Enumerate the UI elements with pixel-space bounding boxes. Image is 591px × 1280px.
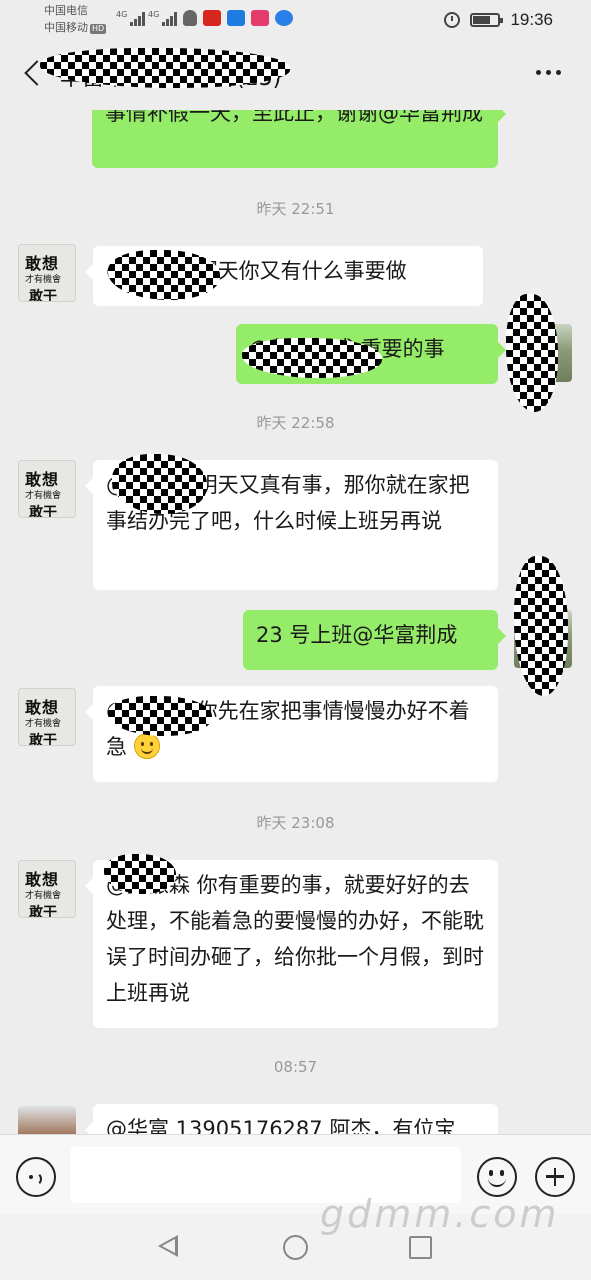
voice-icon[interactable] xyxy=(16,1157,56,1197)
message-text: @吴振森 明天你又有什么事要做 xyxy=(106,259,407,283)
nav-back-icon[interactable] xyxy=(158,1235,178,1257)
battery-icon xyxy=(470,13,504,27)
alarm-icon xyxy=(444,12,461,28)
avatar-text: 敢干 xyxy=(29,289,57,302)
avatar-text: 敢干 xyxy=(29,505,57,518)
plus-icon[interactable] xyxy=(535,1157,575,1197)
avatar-text: 才有機會 xyxy=(25,719,62,729)
message-text: @华富荆成 重要的事 xyxy=(249,337,445,361)
avatar-text: 才有機會 xyxy=(25,275,62,285)
hotspot-icon xyxy=(275,10,293,26)
message-text: @吴振森 明天又真有事，那你就在家把事结办完了吧，什么时候上班另再说 xyxy=(106,473,470,533)
clock: 19:36 xyxy=(510,10,553,29)
avatar[interactable] xyxy=(514,610,572,668)
watermark: gdmm.com xyxy=(320,1192,560,1236)
message-text: 23 号上班@华富荆成 xyxy=(256,623,458,647)
avatar-text: 才有機會 xyxy=(25,891,62,901)
message-bubble[interactable]: @吴振森 你先在家把事情慢慢办好不着急 xyxy=(85,686,498,782)
avatar-text: 敢干 xyxy=(29,905,57,918)
hd-badge: HD xyxy=(90,24,107,34)
video-app-icon xyxy=(227,10,245,26)
carrier-2: 中国移动 HD xyxy=(44,21,107,34)
avatar[interactable]: 敢想 才有機會 敢干 xyxy=(18,460,76,518)
message-list[interactable]: 事情补假一天，至此止，谢谢@华富荆成 昨天 22:51 敢想 才有機會 敢干 @… xyxy=(0,110,591,1134)
title-bar: 华富丰劳动工作群(15) xyxy=(0,40,591,110)
message-bubble[interactable]: @吴振森 明天你又有什么事要做 xyxy=(85,246,483,306)
signal-icon: 4G xyxy=(148,10,178,26)
more-icon[interactable] xyxy=(536,70,561,75)
message-text: @吴振森 你有重要的事，就要好好的去处理，不能着急的要慢慢的办好，不能耽误了时间… xyxy=(106,873,484,1005)
avatar-text: 敢想 xyxy=(25,870,60,889)
avatar[interactable]: 敢想 才有機會 敢干 xyxy=(18,860,76,918)
message-bubble[interactable]: 23 号上班@华富荆成 xyxy=(243,610,506,670)
status-right: 19:36 xyxy=(444,10,553,30)
emoji-icon[interactable] xyxy=(477,1157,517,1197)
chat-title: 华富丰劳动工作群(15) xyxy=(60,66,282,91)
timestamp: 昨天 22:51 xyxy=(256,200,335,218)
play-app-icon xyxy=(251,10,269,26)
notification-icons xyxy=(183,10,293,26)
network-type-2: 4G xyxy=(148,10,160,19)
avatar-text: 才有機會 xyxy=(25,491,62,501)
network-type-1: 4G xyxy=(116,10,128,19)
back-icon[interactable] xyxy=(22,62,42,82)
avatar[interactable] xyxy=(18,1106,76,1134)
status-bar: 中国电信 中国移动 HD 4G 4G 19:36 xyxy=(0,0,591,40)
message-bubble[interactable]: @华富荆成 重要的事 xyxy=(236,324,506,384)
avatar[interactable] xyxy=(514,324,572,382)
timestamp: 昨天 22:58 xyxy=(256,414,335,432)
avatar-text: 敢想 xyxy=(25,254,60,273)
avatar-text: 敢想 xyxy=(25,470,60,489)
timestamp: 昨天 23:08 xyxy=(256,814,335,832)
avatar-text: 敢干 xyxy=(29,733,57,746)
message-text: 事情补假一天，至此止，谢谢@华富荆成 xyxy=(105,110,483,125)
carrier-2-label: 中国移动 xyxy=(44,21,88,34)
message-text: @吴振森 你先在家把事情慢慢办好不着急 xyxy=(106,699,470,759)
message-bubble[interactable]: @华富 13905176287 阿杰，有位宝 xyxy=(85,1104,498,1134)
message-text: @华富 13905176287 阿杰，有位宝 xyxy=(106,1117,456,1134)
nav-home-icon[interactable] xyxy=(283,1235,308,1260)
signal-icon: 4G xyxy=(116,10,146,26)
nav-recent-icon[interactable] xyxy=(409,1236,432,1259)
smile-emoji-icon xyxy=(133,733,160,759)
message-bubble[interactable]: @吴振森 明天又真有事，那你就在家把事结办完了吧，什么时候上班另再说 xyxy=(85,460,498,590)
news-app-icon xyxy=(203,10,221,26)
message-bubble[interactable]: 事情补假一天，至此止，谢谢@华富荆成 xyxy=(92,110,506,168)
timestamp: 08:57 xyxy=(273,1058,318,1076)
avatar-text: 敢想 xyxy=(25,698,60,717)
avatar[interactable]: 敢想 才有機會 敢干 xyxy=(18,244,76,302)
cloud-icon xyxy=(183,10,197,26)
carrier-1: 中国电信 xyxy=(44,4,88,17)
avatar[interactable]: 敢想 才有機會 敢干 xyxy=(18,688,76,746)
message-bubble[interactable]: @吴振森 你有重要的事，就要好好的去处理，不能着急的要慢慢的办好，不能耽误了时间… xyxy=(85,860,498,1028)
